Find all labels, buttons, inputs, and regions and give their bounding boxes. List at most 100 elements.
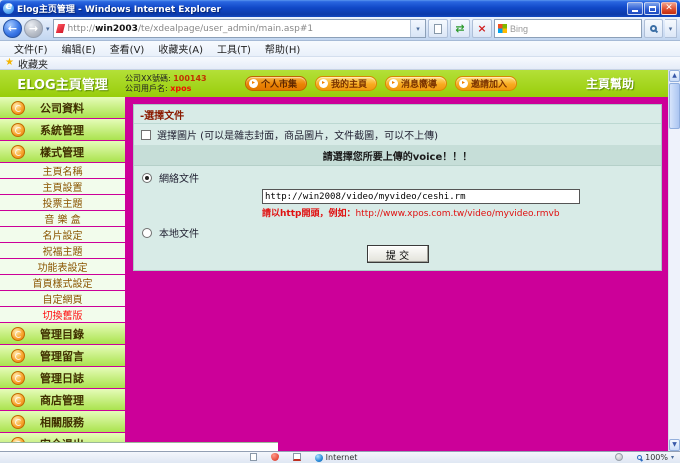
sidebar-item-company-info[interactable]: 公司資料 xyxy=(0,97,125,118)
sidebar-sub-homepage-name[interactable]: 主頁名稱 xyxy=(0,163,125,178)
site-header: ELOG主頁管理 公司XX號碼: 100143 公司用戶名: xpos 个人市集… xyxy=(0,70,668,97)
sphere-icon xyxy=(11,393,25,407)
sphere-icon xyxy=(11,145,25,159)
sidebar-sub-custom-page[interactable]: 自定網頁 xyxy=(0,291,125,306)
favorites-label[interactable]: 收藏夹 xyxy=(18,56,48,71)
sidebar-item-related-services[interactable]: 相關服務 xyxy=(0,411,125,432)
ie-logo-icon xyxy=(3,3,14,14)
main-area: -選擇文件 選擇圖片 (可以是雜志封面，商品圖片，文件截圖，可以不上傳) 請選擇… xyxy=(125,97,668,451)
nav-button-label: 消息嚮導 xyxy=(401,77,437,90)
zoom-level: 100% xyxy=(645,453,668,462)
scroll-down-icon[interactable]: ▼ xyxy=(669,439,680,451)
status-circle-icon xyxy=(615,453,623,461)
sidebar-sub-music-box[interactable]: 音 樂 盒 xyxy=(0,211,125,226)
network-file-radio[interactable] xyxy=(142,173,152,183)
stop-icon: × xyxy=(477,23,486,34)
sidebar-sub-homepage-setting[interactable]: 主頁設置 xyxy=(0,179,125,194)
address-url[interactable]: http://win2003/te/xdealpage/user_admin/m… xyxy=(68,24,408,34)
sidebar-sub-card-setting[interactable]: 名片設定 xyxy=(0,227,125,242)
menu-bar: 文件(F) 编辑(E) 查看(V) 收藏夹(A) 工具(T) 帮助(H) xyxy=(0,41,680,57)
url-hint-example: http://www.xpos.com.tw/video/myvideo.rmv… xyxy=(355,209,559,219)
sidebar-item-system-mgmt[interactable]: 系統管理 xyxy=(0,119,125,140)
scrollbar-thumb[interactable] xyxy=(669,83,680,129)
compatibility-view-button[interactable] xyxy=(428,19,448,38)
zoom-control[interactable]: 100% ▾ xyxy=(637,453,674,462)
sidebar-sub-blessing-theme[interactable]: 祝福主題 xyxy=(0,243,125,258)
address-bar[interactable]: http://win2003/te/xdealpage/user_admin/m… xyxy=(53,19,426,38)
sidebar-item-shop-mgmt[interactable]: 商店管理 xyxy=(0,389,125,410)
sphere-icon xyxy=(11,123,25,137)
sidebar-item-label: 管理目錄 xyxy=(40,326,84,342)
file-select-panel: -選擇文件 選擇圖片 (可以是雜志封面，商品圖片，文件截圖，可以不上傳) 請選擇… xyxy=(133,104,662,271)
panel-title-text: 選擇文件 xyxy=(144,111,184,122)
url-hint: 請以http開頭，例如：http://www.xpos.com.tw/video… xyxy=(134,205,661,221)
zoom-magnifier-icon xyxy=(637,455,642,460)
sidebar-item-manage-directory[interactable]: 管理目錄 xyxy=(0,323,125,344)
menu-help[interactable]: 帮助(H) xyxy=(259,41,306,56)
scroll-up-icon[interactable]: ▲ xyxy=(669,70,680,82)
maximize-button[interactable] xyxy=(644,2,660,15)
submit-button[interactable]: 提 交 xyxy=(367,245,429,263)
company-id-label: 公司XX號碼: xyxy=(125,74,171,83)
page-content: ELOG主頁管理 公司XX號碼: 100143 公司用戶名: xpos 个人市集… xyxy=(0,70,680,451)
sidebar-sub-homepage-style[interactable]: 首頁樣式設定 xyxy=(0,275,125,290)
bottom-white-strip xyxy=(0,442,278,451)
forward-button[interactable]: → xyxy=(24,19,43,38)
network-file-label: 網絡文件 xyxy=(159,170,199,185)
menu-favorites[interactable]: 收藏夹(A) xyxy=(152,41,209,56)
refresh-button[interactable]: ⇄ xyxy=(450,19,470,38)
search-input[interactable] xyxy=(510,24,638,34)
sidebar-sub-switch-old-version[interactable]: 切換舊版 xyxy=(0,307,125,322)
network-file-row: 網絡文件 xyxy=(134,166,661,187)
nav-button-my-homepage[interactable]: 我的主頁 xyxy=(315,76,377,91)
sphere-icon xyxy=(11,349,25,363)
sidebar-item-manage-diary[interactable]: 管理日誌 xyxy=(0,367,125,388)
video-url-input[interactable] xyxy=(262,189,580,204)
local-file-radio[interactable] xyxy=(142,228,152,238)
sidebar-item-label: 管理日誌 xyxy=(40,370,84,386)
sidebar-item-manage-messages[interactable]: 管理留言 xyxy=(0,345,125,366)
submit-row: 提 交 xyxy=(134,242,661,270)
sphere-icon xyxy=(11,327,25,341)
nav-button-message-wizard[interactable]: 消息嚮導 xyxy=(385,76,447,91)
window-title: Elog主页管理 - Windows Internet Explorer xyxy=(17,2,626,15)
play-icon xyxy=(319,79,328,88)
header-nav: 个人市集 我的主頁 消息嚮導 邀請加入 xyxy=(245,76,517,91)
back-button[interactable]: ← xyxy=(3,19,22,38)
sidebar: 公司資料 系統管理 樣式管理 主頁名稱 主頁設置 投票主題 音 樂 盒 名片設定… xyxy=(0,97,125,451)
search-options-icon[interactable]: ▾ xyxy=(665,19,677,38)
security-zone: Internet xyxy=(315,453,358,462)
address-dropdown-icon[interactable]: ▾ xyxy=(410,20,425,37)
local-file-row: 本地文件 xyxy=(134,221,661,242)
favorites-star-icon[interactable]: ★ xyxy=(5,58,14,68)
bing-logo-icon xyxy=(498,24,507,33)
zoom-dropdown-icon[interactable]: ▾ xyxy=(671,454,674,461)
nav-button-personal-market[interactable]: 个人市集 xyxy=(245,76,307,91)
sidebar-sub-menu-setting[interactable]: 功能表設定 xyxy=(0,259,125,274)
homepage-help-link[interactable]: 主頁幫助 xyxy=(586,75,634,92)
sidebar-item-label: 管理留言 xyxy=(40,348,84,364)
scrollbar-track[interactable] xyxy=(669,130,680,439)
menu-view[interactable]: 查看(V) xyxy=(104,41,151,56)
sidebar-sub-vote-theme[interactable]: 投票主題 xyxy=(0,195,125,210)
menu-file[interactable]: 文件(F) xyxy=(8,41,54,56)
vertical-scrollbar[interactable]: ▲ ▼ xyxy=(668,70,680,451)
search-button[interactable] xyxy=(644,19,663,38)
search-box[interactable] xyxy=(494,19,642,38)
sphere-icon xyxy=(11,415,25,429)
history-dropdown-icon[interactable]: ▾ xyxy=(45,25,51,33)
close-button[interactable]: ✕ xyxy=(661,2,677,15)
url-host: win2003 xyxy=(95,24,138,34)
stop-button[interactable]: × xyxy=(472,19,492,38)
panel-title: -選擇文件 xyxy=(134,105,661,124)
menu-edit[interactable]: 编辑(E) xyxy=(56,41,102,56)
menu-tools[interactable]: 工具(T) xyxy=(211,41,257,56)
nav-button-invite[interactable]: 邀請加入 xyxy=(455,76,517,91)
search-icon xyxy=(650,25,657,32)
company-id-value: 100143 xyxy=(173,74,206,83)
minimize-button[interactable] xyxy=(627,2,643,15)
sidebar-item-style-mgmt[interactable]: 樣式管理 xyxy=(0,141,125,162)
nav-button-label: 邀請加入 xyxy=(471,77,507,90)
site-logo: ELOG主頁管理 xyxy=(0,74,125,93)
select-image-checkbox[interactable] xyxy=(141,130,151,140)
